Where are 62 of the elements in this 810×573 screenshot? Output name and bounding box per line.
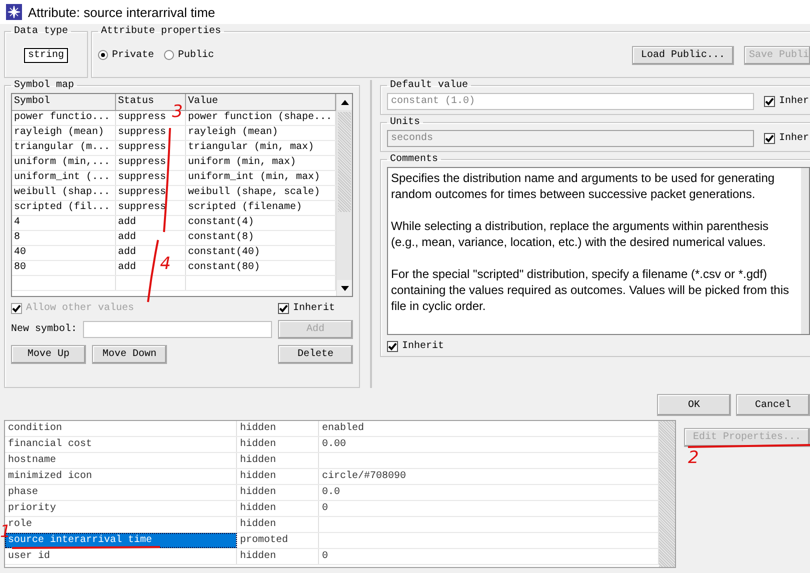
table-cell: suppress <box>116 171 186 185</box>
group-label: Attribute properties <box>100 26 222 37</box>
table-cell: hidden <box>237 421 319 436</box>
window-title: Attribute: source interarrival time <box>28 4 216 20</box>
table-cell: power functio... <box>12 111 116 125</box>
table-cell: triangular (m... <box>12 141 116 155</box>
table-cell: hidden <box>237 549 319 564</box>
table-cell: rayleigh (mean) <box>12 126 116 140</box>
radio-label: Public <box>178 50 214 60</box>
column-header[interactable]: Symbol <box>12 94 116 110</box>
button[interactable]: Delete <box>278 345 353 364</box>
data-type-value: string <box>24 48 68 62</box>
table-cell: uniform_int (... <box>12 171 116 185</box>
group-label: Data type <box>13 26 70 37</box>
table-cell: add <box>116 216 186 230</box>
table-cell: hidden <box>237 485 319 500</box>
table-cell: suppress <box>116 156 186 170</box>
comment-paragraph: Specifies the distribution name and arguments to be used for generating random outcomes for times between successive packet generations. <box>391 170 776 202</box>
checkbox-label: Inherit <box>293 303 336 314</box>
table-cell: suppress <box>116 126 186 140</box>
table-cell: uniform (min,... <box>12 156 116 170</box>
table-cell: suppress <box>116 201 186 215</box>
annotation-number: 2 <box>688 450 699 467</box>
table-cell[interactable]: financial cost <box>5 437 237 452</box>
table-cell: 80 <box>12 261 116 275</box>
table-cell: hidden <box>237 469 319 484</box>
group-label: Units <box>389 117 422 128</box>
button[interactable]: Cancel <box>736 394 810 416</box>
group-label: Default value <box>389 80 470 91</box>
table-cell: suppress <box>116 141 186 155</box>
button[interactable]: OK <box>657 394 731 416</box>
table-cell: 8 <box>12 231 116 245</box>
comment-paragraph: For the special "scripted" distribution, specify a filename (*.csv or *.gdf) containing the values required as outcomes. Values will be picked from this file in cyclic order. <box>391 266 790 314</box>
table-cell: 4 <box>12 216 116 230</box>
table-cell: add <box>116 231 186 245</box>
table-cell[interactable]: condition <box>5 421 237 436</box>
button[interactable]: Move Down <box>92 345 167 364</box>
table-cell[interactable]: phase <box>5 485 237 500</box>
table-cell: suppress <box>116 186 186 200</box>
checkbox-label: Inher <box>779 96 810 107</box>
checkbox-label: Allow other values <box>26 303 134 314</box>
group-label: Symbol map <box>13 80 76 91</box>
table-cell[interactable]: priority <box>5 501 237 516</box>
table-cell: hidden <box>237 501 319 516</box>
radio-label: Private <box>112 50 154 60</box>
checkbox-label: Inherit <box>402 341 444 352</box>
checkbox-label: Inher <box>779 133 810 144</box>
table-cell: hidden <box>237 517 319 532</box>
comment-paragraph: While selecting a distribution, replace the arguments within parenthesis (e.g., mean, variance, location, etc.) with the desired numerical values. <box>391 218 770 250</box>
group-label: Comments <box>389 154 440 165</box>
table-cell: promoted <box>237 533 319 548</box>
table-cell: hidden <box>237 453 319 468</box>
table-cell: hidden <box>237 437 319 452</box>
button[interactable]: Load Public... <box>632 46 734 64</box>
table-cell[interactable]: user id <box>5 549 237 564</box>
field-label: New symbol: <box>11 324 78 335</box>
table-cell: weibull (shap... <box>12 186 116 200</box>
table-cell[interactable]: minimized icon <box>5 469 237 484</box>
table-cell: 40 <box>12 246 116 260</box>
table-cell: scripted (fil... <box>12 201 116 215</box>
button[interactable]: Move Up <box>11 345 86 364</box>
table-cell[interactable]: hostname <box>5 453 237 468</box>
